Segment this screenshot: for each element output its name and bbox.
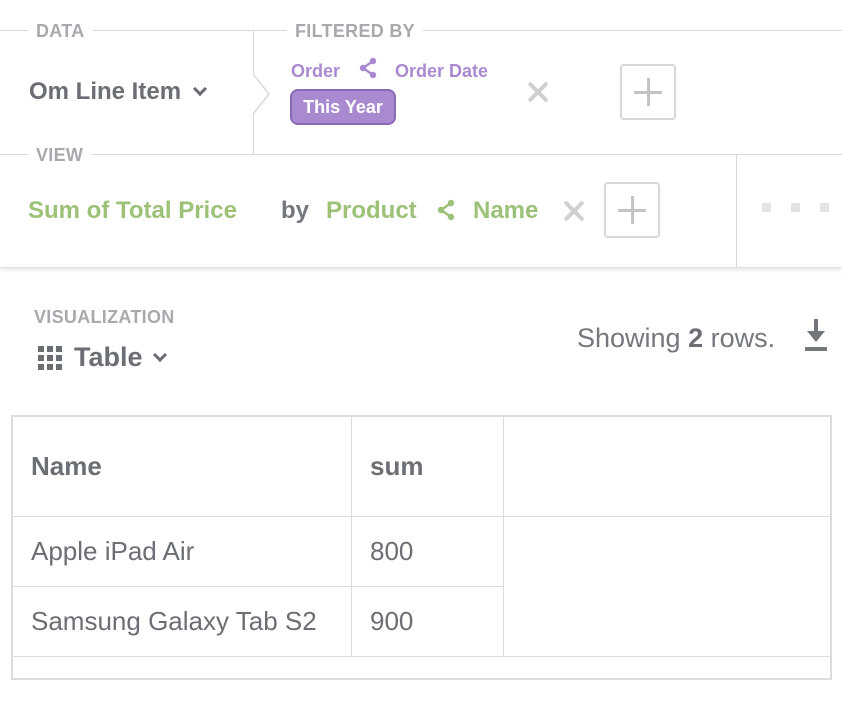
row-count-suffix: rows. [710, 323, 776, 353]
view-by-word: by [281, 197, 310, 224]
data-source-name: Om Line Item [29, 78, 182, 105]
row-divider [13, 656, 830, 657]
chevron-down-icon [152, 347, 167, 362]
view-group-field[interactable]: Name [473, 197, 538, 225]
add-filter-button[interactable] [620, 64, 676, 120]
filtered-by-section-label: FILTERED BY [287, 21, 423, 42]
chevron-down-icon [192, 81, 208, 97]
download-icon[interactable] [804, 319, 828, 353]
filter-field-name[interactable]: Order Date [395, 61, 488, 82]
table-cell-name: Apple iPad Air [31, 536, 195, 566]
row-count-prefix: Showing [577, 323, 681, 353]
add-grouping-button[interactable] [604, 182, 660, 238]
visualization-type-name: Table [74, 342, 143, 372]
view-section-label: VIEW [28, 145, 92, 166]
grid-icon [38, 345, 62, 370]
view-metric[interactable]: Sum of Total Price [28, 197, 237, 225]
column-header-sum[interactable]: sum [352, 417, 503, 516]
data-source-select[interactable]: Om Line Item [29, 78, 208, 106]
table-cell-sum: 800 [370, 536, 414, 566]
remove-filter-close-icon[interactable] [525, 79, 551, 105]
data-section-label: DATA [28, 21, 93, 42]
table-cell-name: Samsung Galaxy Tab S2 [31, 606, 317, 636]
table-cell-sum: 900 [370, 606, 414, 636]
filter-field-parent[interactable]: Order [291, 61, 340, 82]
remove-grouping-close-icon[interactable] [561, 198, 587, 224]
divider-line [0, 154, 842, 155]
view-group-parent[interactable]: Product [326, 197, 417, 225]
visualization-label: VISUALIZATION [34, 307, 175, 327]
query-builder: DATA Om Line Item FILTERED BY Order Orde… [0, 0, 842, 268]
column-header-name[interactable]: Name [13, 417, 351, 516]
row-count-value: 2 [688, 323, 704, 353]
row-count-text: Showing 2 rows. [577, 323, 775, 354]
results-table: Name sum Apple iPad Air 800 Samsung Gala… [11, 415, 832, 680]
arrow-right-notch-icon [253, 74, 270, 114]
divider-line [736, 154, 737, 268]
more-options-icon[interactable] [762, 203, 829, 212]
filter-value-pill[interactable]: This Year [290, 89, 396, 125]
share-icon [437, 199, 455, 221]
column-divider [503, 417, 504, 657]
share-icon [359, 57, 377, 79]
visualization-type-select[interactable]: Table [38, 342, 167, 373]
